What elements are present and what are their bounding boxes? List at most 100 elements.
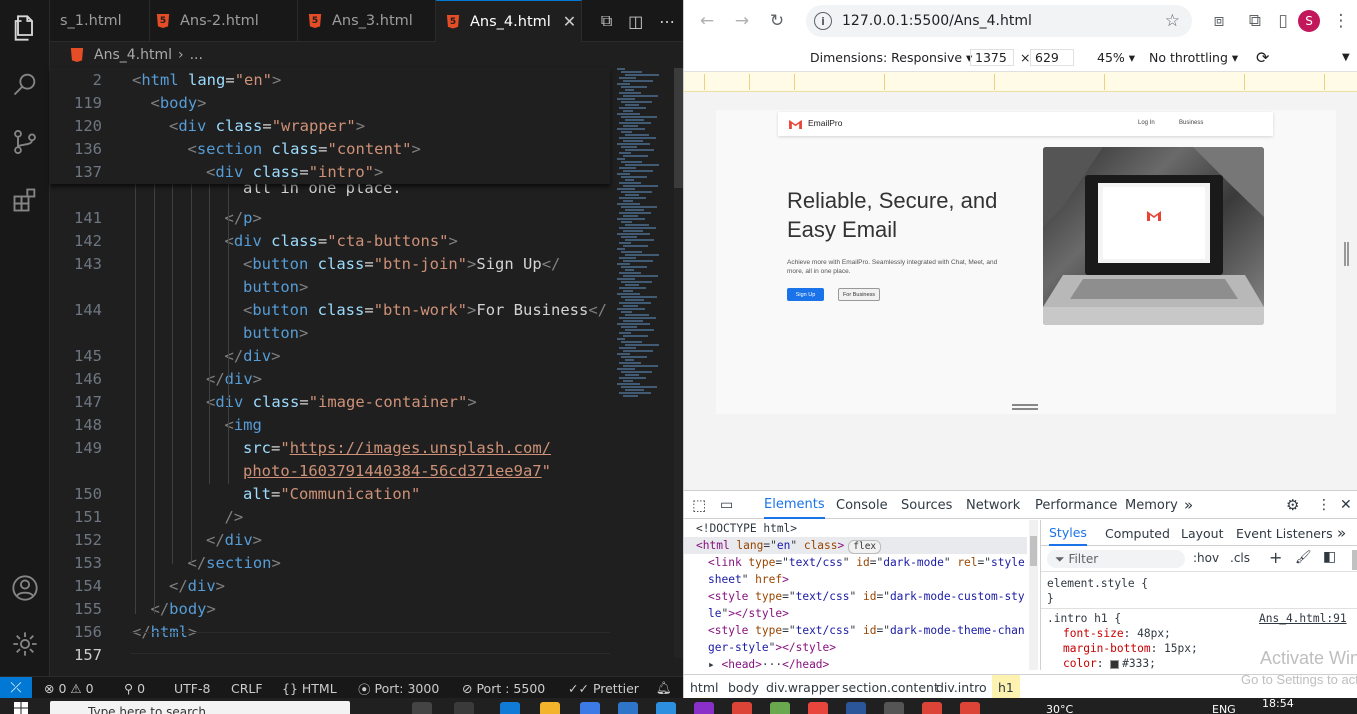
- viewport-height-input[interactable]: 629: [1030, 49, 1074, 66]
- paint-icon[interactable]: 🖌︎: [1295, 550, 1312, 565]
- gear-icon[interactable]: [0, 622, 50, 666]
- extensions-icon[interactable]: [0, 178, 50, 222]
- chrome-active-icon[interactable]: [922, 702, 942, 714]
- color-swatch[interactable]: [1110, 659, 1120, 669]
- inspect-element-icon[interactable]: ⬚: [692, 491, 706, 519]
- hov-toggle[interactable]: :hov: [1193, 551, 1219, 565]
- dom-node[interactable]: <!DOCTYPE html>: [696, 520, 797, 537]
- tab-layout[interactable]: Layout: [1181, 520, 1224, 546]
- tab-computed[interactable]: Computed: [1105, 520, 1170, 546]
- app-icon[interactable]: [770, 702, 790, 714]
- site-info-icon[interactable]: i: [814, 12, 832, 30]
- avatar[interactable]: S: [1298, 10, 1320, 32]
- sticky-code-line[interactable]: 119 <body>: [50, 92, 610, 115]
- rotate-icon[interactable]: ⟳: [1256, 42, 1269, 72]
- extensions-puzzle-icon[interactable]: ⧉: [1242, 8, 1268, 34]
- flex-badge[interactable]: flex: [848, 540, 882, 554]
- dom-breadcrumb-item[interactable]: html: [690, 675, 718, 699]
- code-line[interactable]: 155 </body>: [50, 598, 610, 621]
- media-query-tick[interactable]: [704, 74, 705, 90]
- code-line[interactable]: all in one place.: [50, 179, 610, 207]
- element-style-selector[interactable]: element.style {: [1047, 576, 1148, 591]
- prettier-status[interactable]: ✓✓ Prettier: [568, 677, 639, 699]
- edge-icon[interactable]: [500, 702, 520, 714]
- code-line[interactable]: 147 <div class="image-container">: [50, 391, 610, 414]
- search-icon[interactable]: [0, 62, 50, 106]
- explorer-icon[interactable]: [0, 6, 50, 50]
- code-line[interactable]: button>: [50, 322, 610, 345]
- vscode-taskbar-icon[interactable]: [656, 702, 676, 714]
- devtools-settings-icon[interactable]: ⚙: [1286, 491, 1299, 519]
- reload-icon[interactable]: ↻: [764, 8, 790, 34]
- viewport-width-input[interactable]: 1375: [970, 49, 1014, 66]
- devtools-close-icon[interactable]: ✕: [1340, 491, 1352, 519]
- problems-status[interactable]: ⊗ 0 ⚠ 0: [44, 677, 94, 699]
- chrome-profile-icon[interactable]: [960, 702, 980, 714]
- store-icon[interactable]: [580, 702, 600, 714]
- css-prop-font-size[interactable]: font-size: 48px;: [1063, 626, 1171, 641]
- dom-breadcrumb-item[interactable]: div.intro: [936, 675, 987, 699]
- media-query-tick[interactable]: [749, 74, 750, 90]
- sticky-code-line[interactable]: 2 <html lang="en">: [50, 69, 610, 92]
- dom-node[interactable]: <style type="text/css" id="dark-mode-cus…: [708, 588, 1025, 605]
- media-query-tick[interactable]: [884, 74, 885, 90]
- dom-node[interactable]: <html lang="en" class> flex: [696, 537, 882, 554]
- editor-scrollbar-thumb[interactable]: [674, 68, 683, 188]
- account-icon[interactable]: [0, 566, 50, 610]
- tab-console[interactable]: Console: [836, 491, 888, 519]
- preview-business-link[interactable]: Business: [1179, 120, 1203, 126]
- code-line[interactable]: 143 <button class="btn-join">Sign Up</: [50, 253, 610, 276]
- devtools-menu-icon[interactable]: ⋮: [1317, 491, 1331, 519]
- back-icon[interactable]: ←: [694, 8, 720, 34]
- tab-ans-2[interactable]: 5 Ans-2.html: [150, 0, 298, 42]
- media-query-tick[interactable]: [1244, 74, 1245, 90]
- dom-breadcrumb-item[interactable]: h1: [992, 675, 1020, 699]
- more-style-tabs-icon[interactable]: »: [1337, 520, 1346, 546]
- eol-status[interactable]: CRLF: [231, 677, 263, 699]
- address-bar[interactable]: i 127.0.0.1:5500/Ans_4.html ☆: [806, 5, 1192, 37]
- file-explorer-icon[interactable]: [540, 702, 560, 714]
- ports-status[interactable]: ⚲ 0: [124, 677, 145, 699]
- preview-login-link[interactable]: Log In: [1138, 120, 1155, 126]
- language-indicator[interactable]: ENG: [1212, 703, 1236, 714]
- device-toggle-icon[interactable]: ▭: [720, 491, 733, 519]
- app-icon-2[interactable]: [884, 702, 904, 714]
- dom-breadcrumb-item[interactable]: body: [728, 675, 759, 699]
- minimap[interactable]: [617, 68, 673, 408]
- media-query-tick[interactable]: [994, 74, 995, 90]
- sticky-code-line[interactable]: 136 <section class="content">: [50, 138, 610, 161]
- css-prop-margin-bottom[interactable]: margin-bottom: 15px;: [1063, 641, 1198, 656]
- new-rule-button[interactable]: +: [1269, 548, 1282, 567]
- more-actions-icon[interactable]: ⋯: [659, 12, 675, 31]
- code-line[interactable]: 141 </p>: [50, 207, 610, 230]
- code-line[interactable]: 146 </div>: [50, 368, 610, 391]
- split-editor-icon[interactable]: ◫: [628, 12, 643, 31]
- throttling-select[interactable]: No throttling ▾: [1149, 42, 1238, 72]
- code-line[interactable]: 150 alt="Communication": [50, 483, 610, 506]
- code-line[interactable]: 153 </section>: [50, 552, 610, 575]
- styles-filter-input[interactable]: ⏷ Filter: [1047, 550, 1185, 568]
- tab-elements[interactable]: Elements: [764, 491, 825, 519]
- taskbar-search-input[interactable]: Type here to search: [50, 701, 350, 714]
- media-query-tick[interactable]: [794, 74, 795, 90]
- temperature-label[interactable]: 30°C: [1046, 703, 1073, 714]
- preview-business-button[interactable]: For Business: [838, 288, 880, 301]
- media-query-ruler[interactable]: [684, 72, 1357, 92]
- remote-icon[interactable]: ⤫: [0, 677, 32, 699]
- widgets-icon[interactable]: [454, 702, 474, 714]
- media-query-tick[interactable]: [1104, 74, 1105, 90]
- notifications-icon[interactable]: 🔔︎: [656, 677, 672, 699]
- code-line[interactable]: button>: [50, 276, 610, 299]
- preview-signup-button[interactable]: Sign Up: [787, 288, 824, 301]
- sticky-code-line[interactable]: 120 <div class="wrapper">: [50, 115, 610, 138]
- tab-memory[interactable]: Memory: [1125, 491, 1178, 519]
- toggle-sidebar-icon[interactable]: ◧: [1323, 549, 1336, 565]
- tab-styles[interactable]: Styles: [1049, 520, 1087, 546]
- tab-ans-1[interactable]: s_1.html: [50, 0, 150, 42]
- sticky-code-line[interactable]: 137 <div class="intro">: [50, 161, 610, 184]
- sidebar-icon[interactable]: ▯: [1270, 8, 1296, 34]
- encoding-status[interactable]: UTF-8: [174, 677, 210, 699]
- code-line[interactable]: 154 </div>: [50, 575, 610, 598]
- dom-node[interactable]: <style type="text/css" id="dark-mode-the…: [708, 622, 1025, 639]
- preview-brand[interactable]: EmailPro: [808, 118, 842, 128]
